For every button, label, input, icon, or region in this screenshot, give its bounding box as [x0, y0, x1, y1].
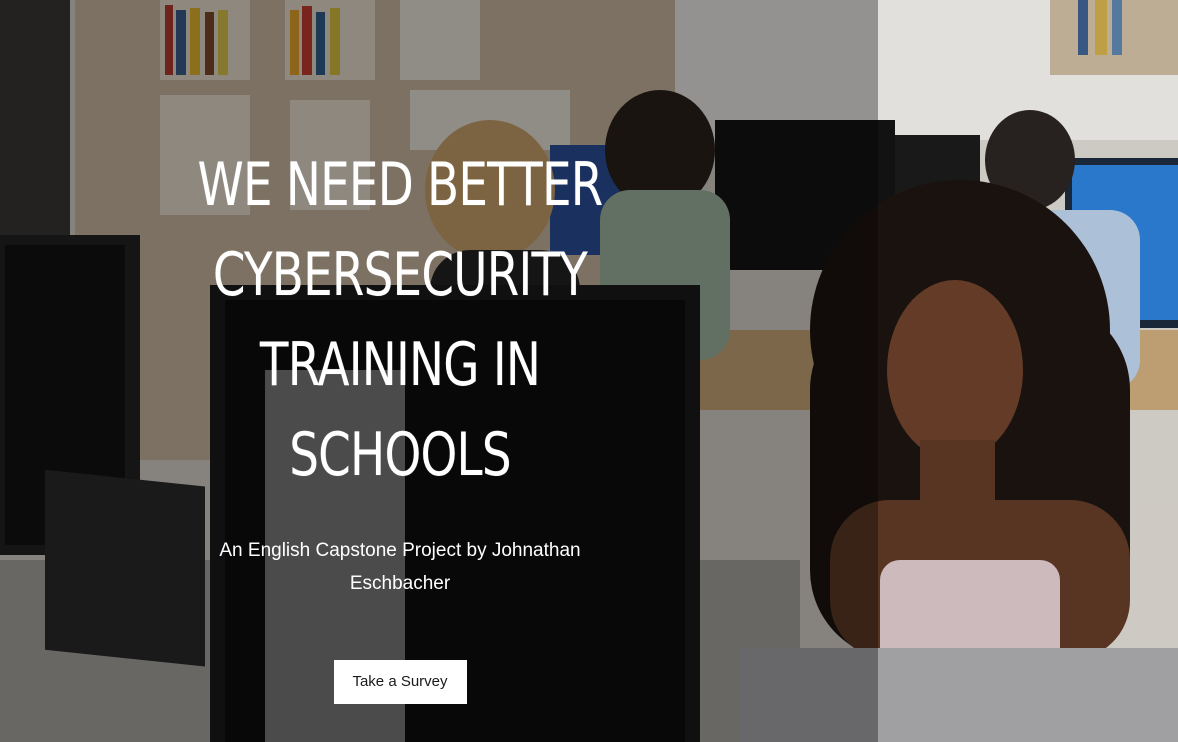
light-overlay-strip [878, 0, 1178, 742]
hero-headline: WE NEED BETTER CYBERSECURITY TRAINING IN… [189, 140, 610, 500]
headline-line: SCHOOLS [289, 420, 511, 490]
hero-subtitle: An English Capstone Project by Johnathan… [219, 540, 581, 594]
headline-line: TRAINING IN [259, 330, 541, 400]
hero-content: WE NEED BETTER CYBERSECURITY TRAINING IN… [190, 140, 610, 704]
hero-section: WE NEED BETTER CYBERSECURITY TRAINING IN… [0, 0, 1178, 742]
take-survey-button[interactable]: Take a Survey [333, 660, 467, 704]
headline-line: WE NEED BETTER [197, 150, 604, 220]
headline-line: CYBERSECURITY [212, 240, 588, 310]
